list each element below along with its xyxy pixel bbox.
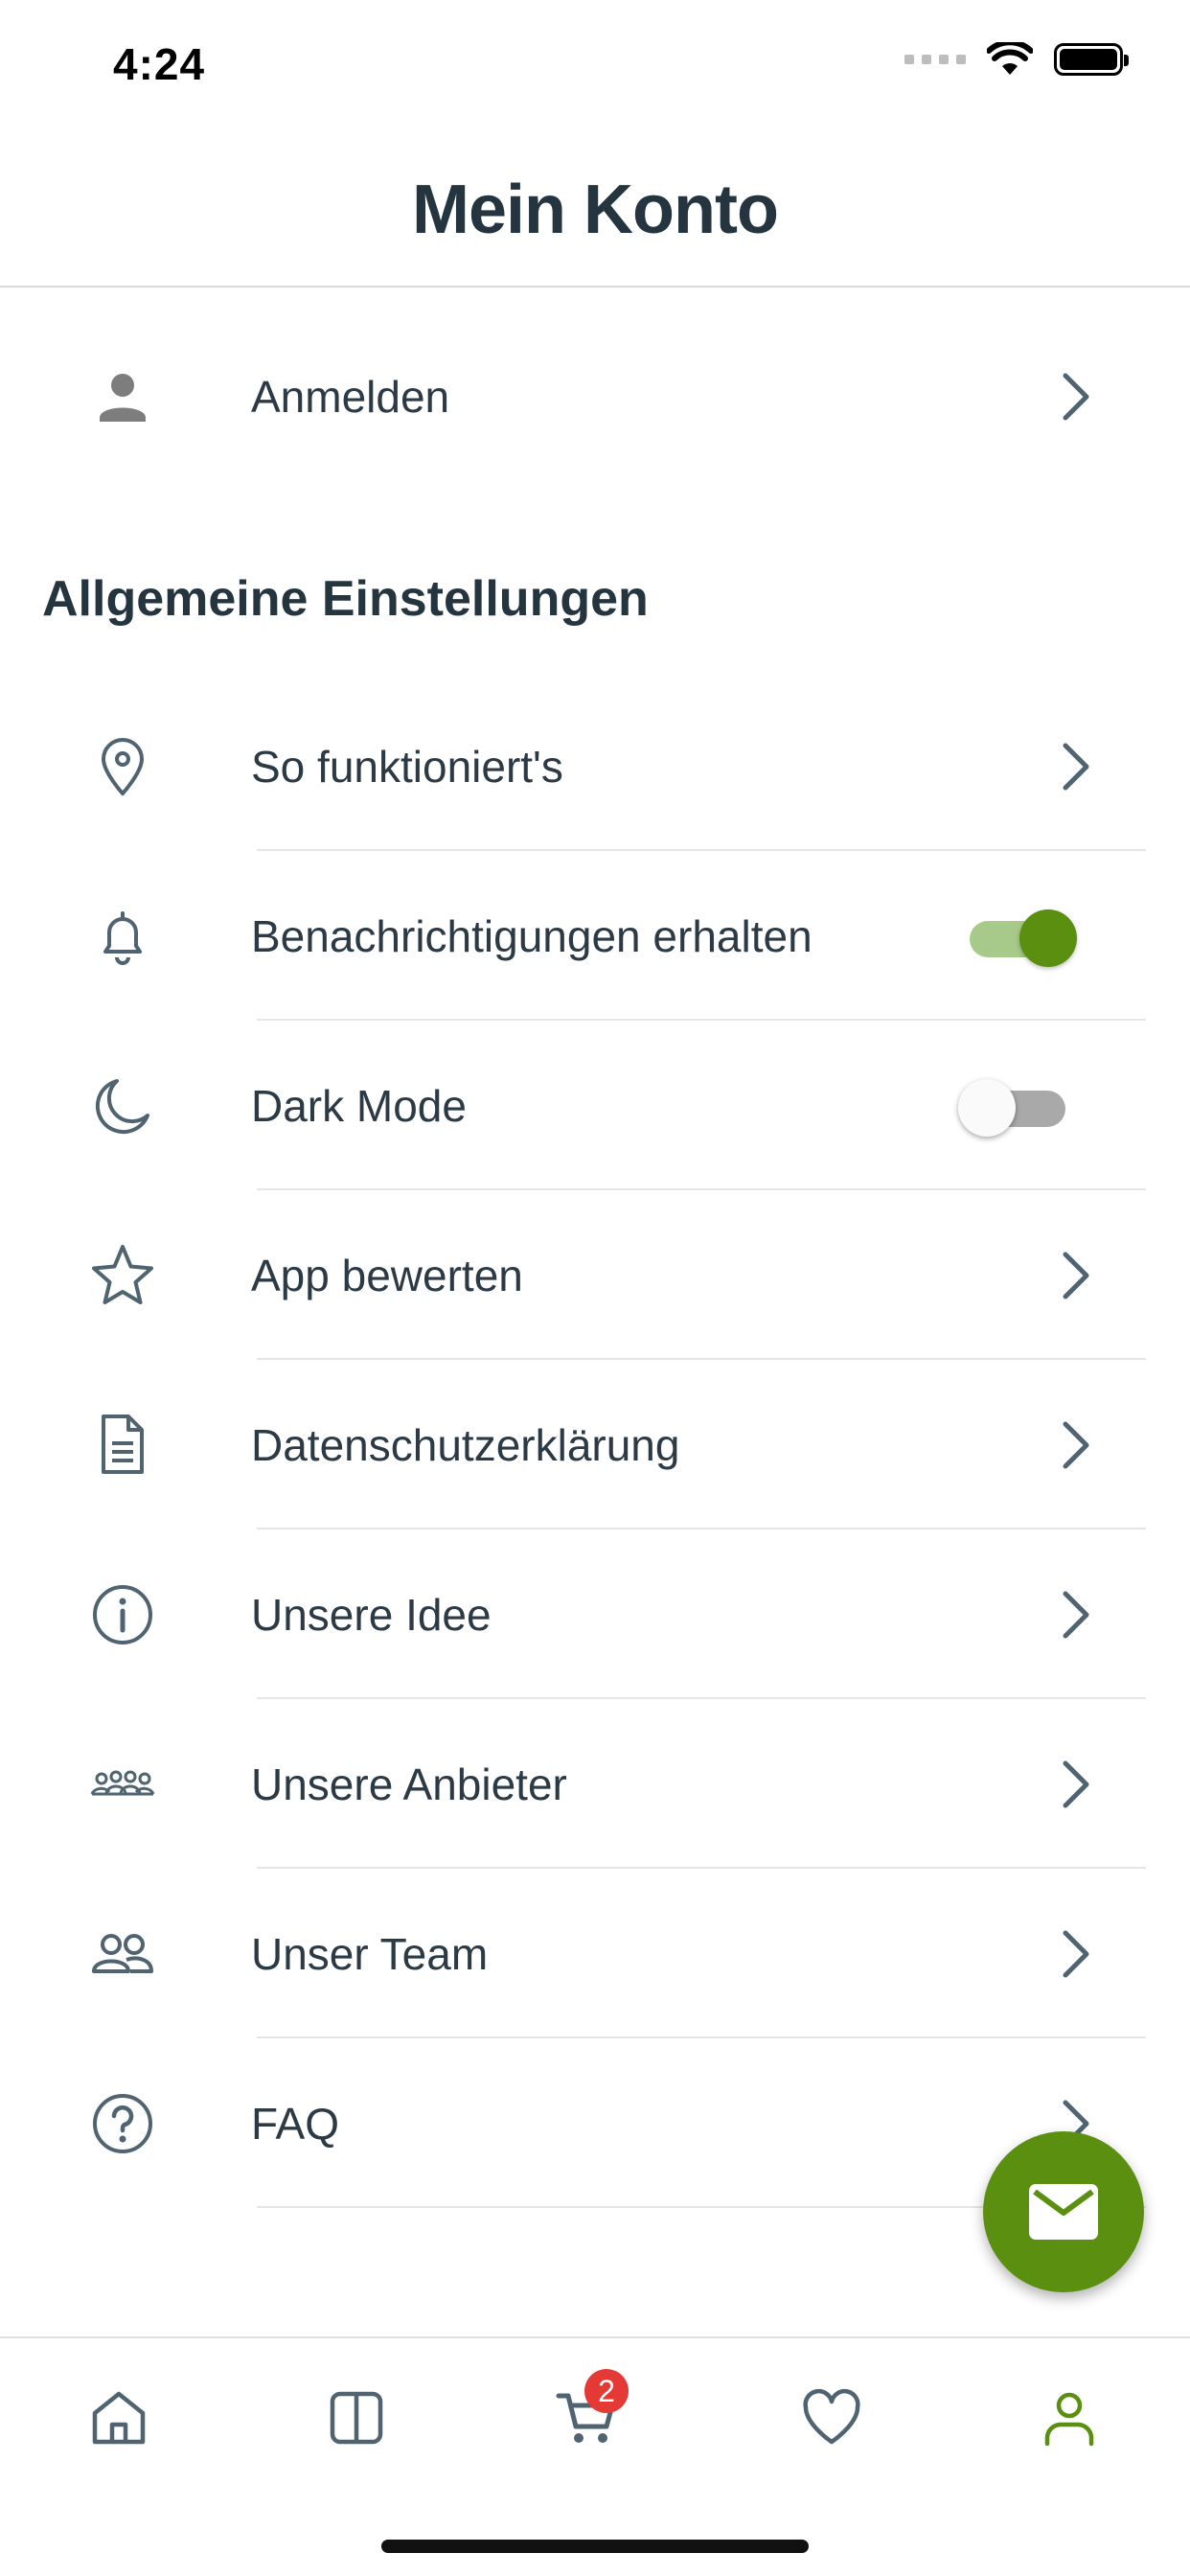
bell-icon: [84, 898, 161, 975]
status-time: 4:24: [113, 39, 206, 89]
page-header: Mein Konto: [0, 134, 1190, 288]
divider: [257, 1697, 1146, 1699]
settings-item-our-providers[interactable]: Unsere Anbieter: [0, 1700, 1190, 1869]
chevron-right-icon: [1063, 1760, 1089, 1808]
home-indicator: [381, 2540, 809, 2553]
divider: [257, 849, 1146, 851]
status-bar: 4:24: [0, 0, 1190, 134]
account-icon: [1044, 2392, 1094, 2447]
login-label: Anmelden: [251, 372, 450, 422]
settings-item-label: App bewerten: [251, 1251, 523, 1300]
tab-home[interactable]: [71, 2375, 167, 2461]
info-icon: [84, 1576, 161, 1653]
cart-count-badge: 2: [584, 2369, 629, 2413]
settings-item-label: Unsere Idee: [251, 1590, 492, 1640]
contact-mail-button[interactable]: [983, 2131, 1144, 2292]
battery-icon: [1054, 43, 1129, 76]
question-icon: [84, 2085, 161, 2162]
chevron-right-icon: [1063, 743, 1089, 791]
divider: [257, 2036, 1146, 2038]
section-title: Allgemeine Einstellungen: [42, 571, 649, 627]
settings-item-how-it-works[interactable]: So funktioniert's: [0, 682, 1190, 851]
tab-account[interactable]: [1021, 2375, 1117, 2461]
chevron-right-icon: [1063, 1421, 1089, 1469]
mail-icon: [1029, 2184, 1098, 2240]
settings-item-notifications[interactable]: Benachrichtigungen erhalten: [0, 852, 1190, 1021]
toggle-knob: [1019, 909, 1077, 967]
login-row[interactable]: Anmelden: [0, 312, 1190, 481]
settings-item-our-team[interactable]: Unser Team: [0, 1870, 1190, 2038]
settings-item-label: Dark Mode: [251, 1081, 467, 1131]
divider: [257, 1358, 1146, 1360]
settings-item-our-idea[interactable]: Unsere Idee: [0, 1530, 1190, 1699]
star-icon: [84, 1237, 161, 1314]
settings-item-label: Datenschutzerklärung: [251, 1420, 680, 1470]
location-pin-icon: [84, 728, 161, 805]
team-icon: [84, 1916, 161, 1992]
settings-item-label: Benachrichtigungen erhalten: [251, 911, 812, 961]
page-title: Mein Konto: [412, 172, 779, 248]
tab-cart[interactable]: 2: [538, 2369, 634, 2461]
divider: [257, 1528, 1146, 1530]
settings-item-dark-mode[interactable]: Dark Mode: [0, 1022, 1190, 1190]
divider: [257, 1867, 1146, 1869]
chevron-right-icon: [1063, 1930, 1089, 1978]
divider: [257, 1188, 1146, 1190]
settings-item-label: FAQ: [251, 2099, 340, 2149]
person-icon: [84, 358, 161, 435]
document-icon: [84, 1407, 161, 1484]
toggle-knob: [958, 1079, 1016, 1137]
group-icon: [84, 1746, 161, 1823]
settings-item-label: So funktioniert's: [251, 742, 563, 792]
chevron-right-icon: [1063, 1591, 1089, 1639]
tab-favorites[interactable]: [784, 2375, 880, 2461]
wifi-icon: [987, 42, 1033, 75]
chevron-right-icon: [1063, 1252, 1089, 1300]
chevron-right-icon: [1063, 373, 1089, 421]
settings-item-label: Unsere Anbieter: [251, 1760, 567, 1809]
status-icons: [904, 42, 1129, 77]
home-icon: [92, 2391, 146, 2445]
settings-item-rate-app[interactable]: App bewerten: [0, 1191, 1190, 1360]
settings-item-privacy[interactable]: Datenschutzerklärung: [0, 1361, 1190, 1530]
settings-item-label: Unser Team: [251, 1929, 489, 1979]
notifications-toggle[interactable]: [966, 909, 1077, 967]
tab-catalog[interactable]: [309, 2375, 404, 2461]
moon-icon: [84, 1068, 161, 1144]
dark-mode-toggle[interactable]: [958, 1079, 1069, 1137]
heart-icon: [803, 2388, 860, 2445]
divider: [257, 1019, 1146, 1021]
cellular-signal-icon: [904, 55, 966, 64]
catalog-icon: [330, 2391, 383, 2445]
